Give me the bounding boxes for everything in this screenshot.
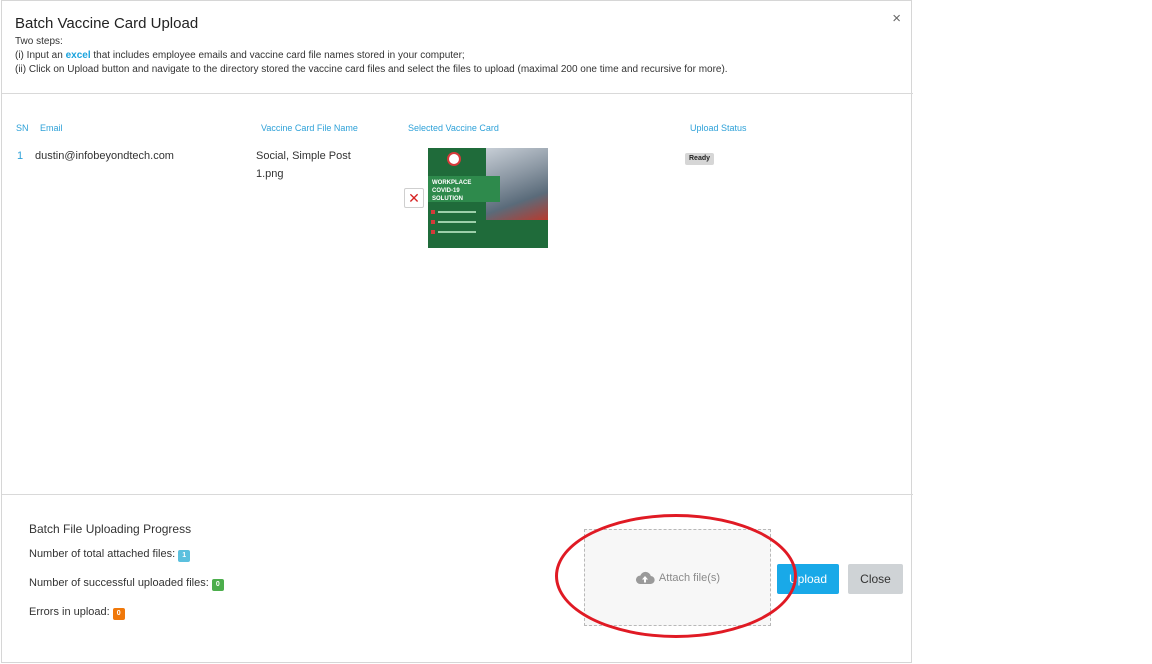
row-file-name: Social, Simple Post 1.png: [256, 147, 351, 183]
close-button[interactable]: Close: [848, 564, 903, 594]
progress-success-row: Number of successful uploaded files: 0: [29, 577, 224, 591]
progress-total-badge: 1: [178, 550, 191, 562]
header-divider: [2, 93, 913, 94]
progress-errors-badge: 0: [112, 608, 125, 620]
progress-total-row: Number of total attached files: 1: [29, 548, 191, 562]
progress-success-badge: 0: [211, 579, 224, 591]
thumb-check-icon: [431, 230, 435, 234]
vaccine-card-thumbnail: WORKPLACE COVID-19 SOLUTION: [428, 148, 548, 248]
row-status: Ready: [685, 148, 715, 166]
progress-errors-label: Errors in upload:: [29, 606, 110, 618]
thumb-text-line: [438, 231, 476, 233]
close-icon[interactable]: ×: [892, 11, 901, 26]
thumb-text-line: [438, 221, 476, 223]
column-header-email: Email: [40, 123, 63, 133]
thumb-check-icon: [431, 210, 435, 214]
thumb-banner-line2: COVID-19: [432, 188, 460, 194]
step1-text-pre: (i) Input an: [15, 50, 66, 61]
remove-file-icon[interactable]: ✕: [404, 188, 424, 208]
progress-title: Batch File Uploading Progress: [29, 522, 192, 536]
step1-text-post: that includes employee emails and vaccin…: [90, 50, 465, 61]
instructions-step1: (i) Input an excel that includes employe…: [15, 49, 728, 63]
progress-success-label: Number of successful uploaded files:: [29, 577, 209, 589]
file-name-line1: Social, Simple Post: [256, 150, 351, 162]
thumb-banner-line1: WORKPLACE: [432, 180, 472, 186]
column-header-status: Upload Status: [690, 123, 747, 133]
attach-files-label: Attach file(s): [658, 571, 721, 584]
batch-upload-modal: Batch Vaccine Card Upload × Two steps: (…: [1, 0, 913, 663]
column-header-file-name: Vaccine Card File Name: [261, 123, 358, 133]
modal-title: Batch Vaccine Card Upload: [15, 15, 199, 32]
status-badge: Ready: [685, 153, 715, 165]
progress-total-label: Number of total attached files:: [29, 548, 176, 560]
cloud-upload-icon: [635, 571, 655, 584]
thumb-check-icon: [431, 220, 435, 224]
footer-divider: [2, 494, 913, 495]
instructions-intro: Two steps:: [15, 36, 63, 47]
thumb-text-line: [438, 211, 476, 213]
instructions-step2: (ii) Click on Upload button and navigate…: [15, 64, 728, 75]
thumb-banner: WORKPLACE COVID-19 SOLUTION: [428, 176, 500, 202]
instructions: Two steps: (i) Input an excel that inclu…: [15, 35, 728, 77]
progress-errors-row: Errors in upload: 0: [29, 606, 125, 620]
column-header-selected-card: Selected Vaccine Card: [408, 123, 499, 133]
excel-link[interactable]: excel: [66, 50, 91, 61]
thumb-footer: [486, 220, 548, 248]
column-header-sn: SN: [16, 123, 29, 133]
file-name-line2: 1.png: [256, 168, 284, 180]
attach-files-dropzone[interactable]: Attach file(s): [584, 529, 771, 626]
row-sn: 1: [17, 150, 24, 162]
thumb-banner-line3: SOLUTION: [432, 196, 463, 202]
thumb-logo-icon: [447, 152, 461, 166]
upload-button[interactable]: Upload: [777, 564, 839, 594]
row-email: dustin@infobeyondtech.com: [35, 150, 174, 162]
